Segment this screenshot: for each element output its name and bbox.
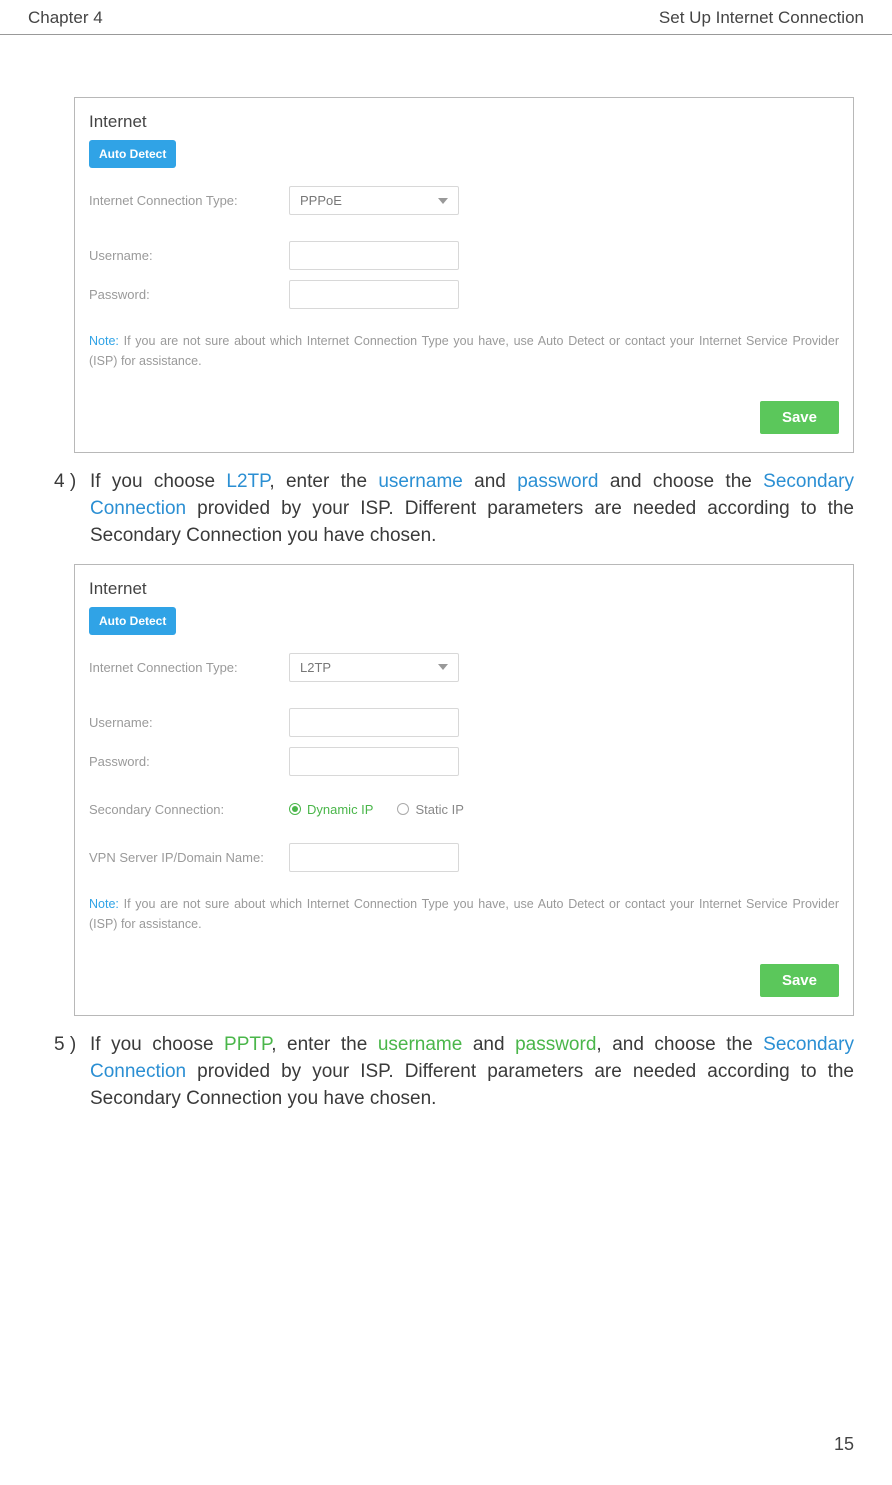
highlight-pptp: PPTP bbox=[224, 1034, 271, 1055]
chevron-down-icon bbox=[438, 198, 448, 204]
save-row: Save bbox=[89, 964, 839, 997]
section-title: Set Up Internet Connection bbox=[659, 8, 864, 28]
panel-title: Internet bbox=[89, 579, 839, 599]
label-connection-type: Internet Connection Type: bbox=[89, 660, 289, 675]
label-username: Username: bbox=[89, 248, 289, 263]
auto-detect-button[interactable]: Auto Detect bbox=[89, 140, 176, 168]
note-label: Note: bbox=[89, 897, 119, 911]
step-body: If you choose L2TP, enter the username a… bbox=[90, 469, 854, 550]
note: Note: If you are not sure about which In… bbox=[89, 894, 839, 934]
row-vpn-server: VPN Server IP/Domain Name: bbox=[89, 843, 839, 872]
note-text: If you are not sure about which Internet… bbox=[89, 897, 839, 931]
highlight-l2tp: L2TP bbox=[226, 471, 269, 492]
radio-icon bbox=[397, 803, 409, 815]
label-username: Username: bbox=[89, 715, 289, 730]
row-password: Password: bbox=[89, 280, 839, 309]
password-input[interactable] bbox=[289, 747, 459, 776]
highlight-username: username bbox=[378, 471, 463, 492]
radio-icon bbox=[289, 803, 301, 815]
vpn-server-input[interactable] bbox=[289, 843, 459, 872]
row-connection-type: Internet Connection Type: L2TP bbox=[89, 653, 839, 682]
radio-group-secondary: Dynamic IP Static IP bbox=[289, 802, 464, 817]
panel-title: Internet bbox=[89, 112, 839, 132]
step-number: 4 ) bbox=[54, 469, 90, 550]
label-connection-type: Internet Connection Type: bbox=[89, 193, 289, 208]
radio-label: Dynamic IP bbox=[307, 802, 373, 817]
save-button[interactable]: Save bbox=[760, 964, 839, 997]
page-content: Internet Auto Detect Internet Connection… bbox=[0, 97, 892, 1113]
auto-detect-button[interactable]: Auto Detect bbox=[89, 607, 176, 635]
radio-label: Static IP bbox=[415, 802, 463, 817]
label-secondary-connection: Secondary Connection: bbox=[89, 802, 289, 817]
step-4: 4 ) If you choose L2TP, enter the userna… bbox=[54, 469, 854, 550]
row-connection-type: Internet Connection Type: PPPoE bbox=[89, 186, 839, 215]
save-button[interactable]: Save bbox=[760, 401, 839, 434]
radio-dot-icon bbox=[292, 806, 298, 812]
step-body: If you choose PPTP, enter the username a… bbox=[90, 1032, 854, 1113]
page-number: 15 bbox=[834, 1434, 854, 1455]
row-username: Username: bbox=[89, 708, 839, 737]
label-vpn-server: VPN Server IP/Domain Name: bbox=[89, 850, 289, 865]
row-username: Username: bbox=[89, 241, 839, 270]
label-password: Password: bbox=[89, 754, 289, 769]
internet-panel-pppoe: Internet Auto Detect Internet Connection… bbox=[74, 97, 854, 453]
note-text: If you are not sure about which Internet… bbox=[89, 334, 839, 368]
step-number: 5 ) bbox=[54, 1032, 90, 1113]
highlight-password: password bbox=[517, 471, 598, 492]
username-input[interactable] bbox=[289, 241, 459, 270]
password-input[interactable] bbox=[289, 280, 459, 309]
page-header: Chapter 4 Set Up Internet Connection bbox=[0, 0, 892, 35]
row-secondary-connection: Secondary Connection: Dynamic IP Static … bbox=[89, 802, 839, 817]
select-connection-type[interactable]: PPPoE bbox=[289, 186, 459, 215]
select-value: L2TP bbox=[300, 660, 331, 675]
note-label: Note: bbox=[89, 334, 119, 348]
step-5: 5 ) If you choose PPTP, enter the userna… bbox=[54, 1032, 854, 1113]
highlight-password: password bbox=[515, 1034, 596, 1055]
username-input[interactable] bbox=[289, 708, 459, 737]
radio-static-ip[interactable]: Static IP bbox=[397, 802, 463, 817]
select-value: PPPoE bbox=[300, 193, 342, 208]
label-password: Password: bbox=[89, 287, 289, 302]
select-connection-type[interactable]: L2TP bbox=[289, 653, 459, 682]
row-password: Password: bbox=[89, 747, 839, 776]
radio-dynamic-ip[interactable]: Dynamic IP bbox=[289, 802, 373, 817]
highlight-username: username bbox=[378, 1034, 463, 1055]
save-row: Save bbox=[89, 401, 839, 434]
chevron-down-icon bbox=[438, 664, 448, 670]
internet-panel-l2tp: Internet Auto Detect Internet Connection… bbox=[74, 564, 854, 1016]
note: Note: If you are not sure about which In… bbox=[89, 331, 839, 371]
chapter-label: Chapter 4 bbox=[28, 8, 103, 28]
